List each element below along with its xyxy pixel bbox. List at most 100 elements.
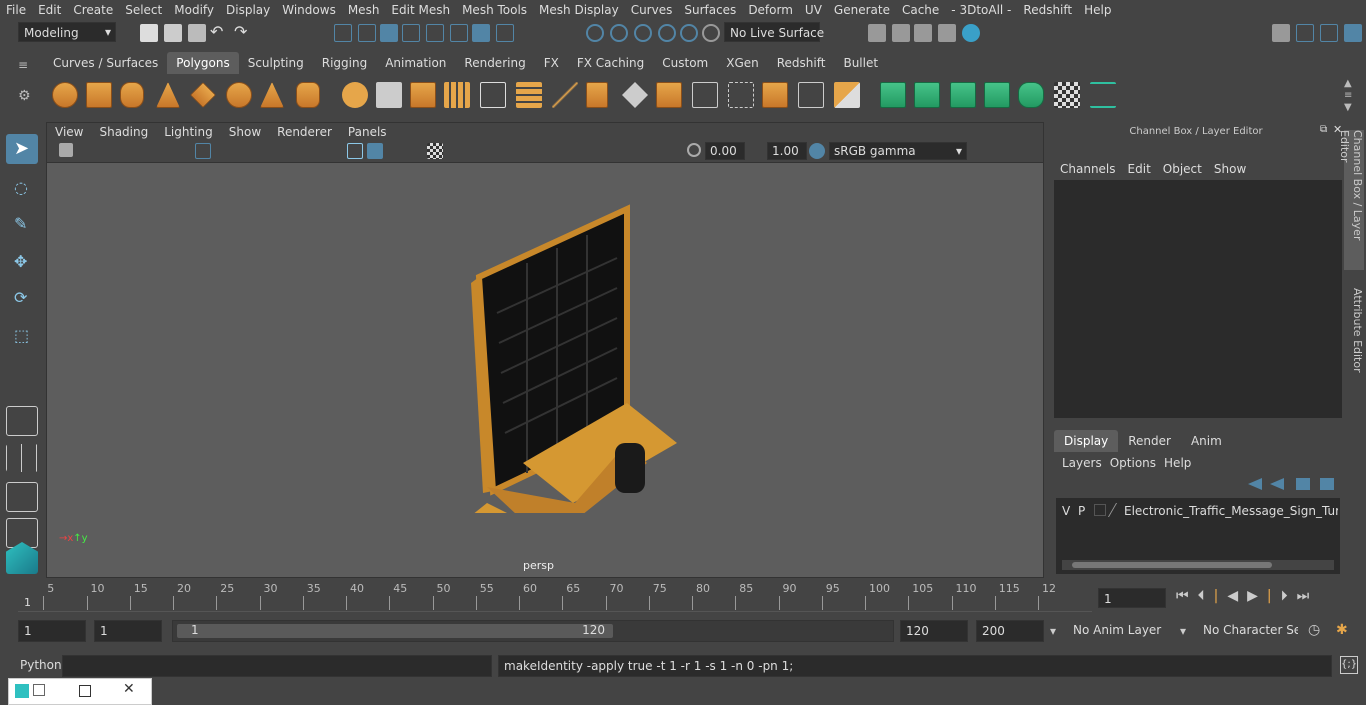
multi-cut-icon[interactable]	[552, 82, 578, 108]
uv-editor-icon[interactable]	[1090, 82, 1116, 108]
menu-edit[interactable]: Edit	[32, 3, 67, 17]
live-surface-field[interactable]: No Live Surface	[724, 22, 824, 42]
channel-menu-object[interactable]: Object	[1159, 162, 1210, 176]
gear-icon[interactable]: ⚙	[18, 88, 31, 104]
animation-start-field[interactable]: 1	[18, 620, 86, 642]
new-layer-selected-icon[interactable]	[1320, 478, 1334, 490]
step-forward-icon[interactable]: ⏵	[1281, 588, 1297, 604]
menu-edit-mesh[interactable]: Edit Mesh	[385, 3, 456, 17]
outliner-view-button[interactable]	[6, 482, 38, 512]
snap-grid-icon[interactable]	[586, 24, 604, 42]
menu-create[interactable]: Create	[67, 3, 119, 17]
tab-display[interactable]: Display	[1054, 430, 1119, 452]
append-polygon-icon[interactable]	[656, 82, 682, 108]
select-by-component-icon[interactable]	[380, 24, 398, 42]
attribute-editor-toggle-icon[interactable]	[1320, 24, 1338, 42]
prev-key-icon[interactable]: |	[1214, 588, 1228, 604]
menu-mesh-display[interactable]: Mesh Display	[533, 3, 625, 17]
channel-menu-edit[interactable]: Edit	[1124, 162, 1159, 176]
colorspace-dropdown[interactable]: sRGB gamma ▾	[829, 142, 967, 160]
layer-playback-toggle[interactable]: P	[1078, 504, 1085, 518]
exposure-field[interactable]: 0.00	[705, 142, 745, 160]
attribute-editor-side-tab[interactable]: Attribute Editor	[1344, 288, 1364, 378]
tab-animation[interactable]: Animation	[376, 52, 455, 74]
menu-display[interactable]: Display	[220, 3, 276, 17]
vertex-mask-icon[interactable]	[402, 24, 420, 42]
viewport-menu-shading[interactable]: Shading	[91, 123, 156, 141]
layer-scrollbar[interactable]	[1062, 560, 1334, 570]
menu-help[interactable]: Help	[1078, 3, 1117, 17]
range-slider-bar[interactable]: 1 120	[177, 623, 613, 638]
tab-render[interactable]: Render	[1118, 430, 1181, 452]
playback-start-field[interactable]: 1	[94, 620, 162, 642]
four-view-button[interactable]	[6, 444, 38, 472]
make-live-icon[interactable]	[702, 24, 720, 42]
uv-spherical-icon[interactable]	[950, 82, 976, 108]
menu-cache[interactable]: Cache	[896, 3, 945, 17]
smooth-shade-icon[interactable]	[367, 143, 383, 159]
snap-surface-icon[interactable]	[680, 24, 698, 42]
gamma-field[interactable]: 1.00	[767, 142, 807, 160]
range-slider[interactable]: 1 120	[172, 620, 894, 642]
layer-color-swatch[interactable]	[1094, 504, 1106, 516]
go-to-start-icon[interactable]: ⏮	[1176, 588, 1198, 604]
select-tool-button[interactable]: ➤	[6, 134, 38, 164]
face-mask-icon[interactable]	[450, 24, 468, 42]
bevel-icon[interactable]	[480, 82, 506, 108]
playback-end-field[interactable]: 120	[900, 620, 968, 642]
menu-select[interactable]: Select	[119, 3, 168, 17]
tab-custom[interactable]: Custom	[653, 52, 717, 74]
uv-cylindrical-icon[interactable]	[914, 82, 940, 108]
gamma-icon[interactable]	[749, 143, 763, 157]
viewport-menu-view[interactable]: View	[47, 123, 91, 141]
preferences-icon[interactable]: ✱	[1336, 622, 1348, 638]
new-scene-icon[interactable]	[140, 24, 158, 42]
color-management-icon[interactable]	[809, 143, 825, 159]
play-back-icon[interactable]: ◀	[1227, 588, 1247, 604]
menu-redshift[interactable]: Redshift	[1017, 3, 1078, 17]
menu-uv[interactable]: UV	[799, 3, 828, 17]
shelf-menu-icon-2[interactable]: ≡	[1344, 90, 1352, 101]
textured-icon[interactable]	[427, 143, 443, 159]
uv-unfold-icon[interactable]	[1018, 82, 1044, 108]
grid-icon[interactable]	[195, 143, 211, 159]
key-icon[interactable]: ◷	[1308, 622, 1320, 638]
go-to-end-icon[interactable]: ⏭	[1297, 588, 1319, 604]
menu-modify[interactable]: Modify	[168, 3, 220, 17]
tab-anim[interactable]: Anim	[1181, 430, 1232, 452]
menu-3dtoall[interactable]: - 3DtoAll -	[945, 3, 1017, 17]
menu-mesh-tools[interactable]: Mesh Tools	[456, 3, 533, 17]
camera-icon[interactable]	[59, 143, 73, 157]
menu-mesh[interactable]: Mesh	[342, 3, 386, 17]
menu-generate[interactable]: Generate	[828, 3, 896, 17]
open-scene-icon[interactable]	[164, 24, 182, 42]
menu-curves[interactable]: Curves	[625, 3, 679, 17]
scroll-up-icon[interactable]: ▲	[1344, 78, 1352, 89]
uv-checker-icon[interactable]	[1054, 82, 1080, 108]
current-frame-field[interactable]: 1	[1098, 588, 1166, 608]
move-layer-up-icon[interactable]	[1248, 478, 1262, 490]
animation-end-field[interactable]: 200	[976, 620, 1044, 642]
character-set-dropdown[interactable]: No Character Set	[1198, 620, 1298, 642]
menu-deform[interactable]: Deform	[742, 3, 799, 17]
tab-bullet[interactable]: Bullet	[834, 52, 887, 74]
bridge-icon[interactable]	[586, 82, 608, 108]
separate-icon[interactable]	[376, 82, 402, 108]
maximize-icon[interactable]	[79, 685, 91, 697]
shelf-menu-icon[interactable]: ≡	[18, 58, 28, 72]
tab-fx-caching[interactable]: FX Caching	[568, 52, 653, 74]
move-tool-button[interactable]: ✥	[6, 248, 38, 278]
render-view-icon[interactable]	[938, 24, 956, 42]
poly-plane-icon[interactable]	[190, 82, 216, 108]
poly-cylinder-icon[interactable]	[120, 82, 144, 108]
channel-menu-show[interactable]: Show	[1210, 162, 1254, 176]
layer-menu-layers[interactable]: Layers	[1062, 456, 1110, 470]
collapse-icon[interactable]	[762, 82, 788, 108]
float-icon[interactable]: ⧉	[1320, 124, 1327, 135]
script-editor-icon[interactable]: {;}	[1340, 656, 1358, 674]
layer-menu-help[interactable]: Help	[1164, 456, 1199, 470]
select-tool-icon[interactable]	[542, 24, 560, 42]
insert-edge-loop-icon[interactable]	[622, 82, 648, 108]
edge-mask-icon[interactable]	[426, 24, 444, 42]
undo-icon[interactable]: ↶	[210, 22, 223, 41]
